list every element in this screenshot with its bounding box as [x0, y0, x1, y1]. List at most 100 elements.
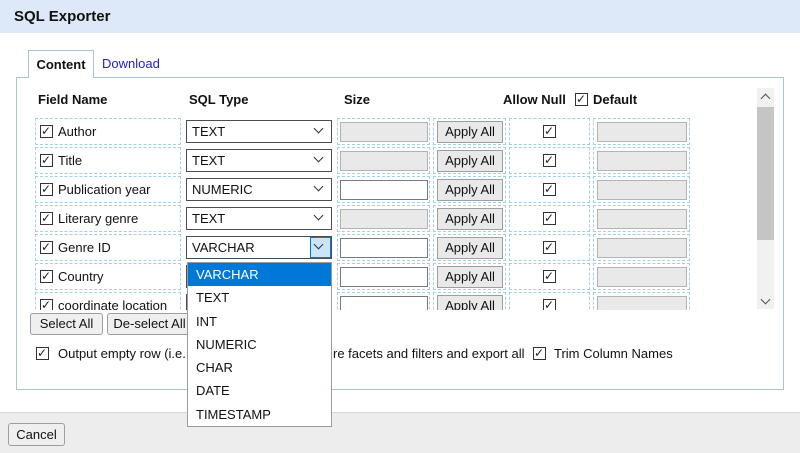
- sql-type-cell: VARCHAR: [184, 234, 334, 261]
- allow-null-checkbox[interactable]: [543, 183, 556, 196]
- size-input[interactable]: [340, 151, 428, 171]
- select-arrow-zone[interactable]: [310, 121, 331, 142]
- field-checkbox[interactable]: [40, 183, 53, 196]
- sql-type-select[interactable]: VARCHAR: [186, 236, 332, 259]
- sql-exporter-dialog: SQL Exporter Content Download Field Name…: [0, 0, 800, 453]
- apply-cell: Apply All: [433, 147, 506, 174]
- field-checkbox[interactable]: [40, 125, 53, 138]
- trim-column-names-checkbox[interactable]: [533, 347, 546, 360]
- size-input[interactable]: [340, 180, 428, 200]
- field-checkbox[interactable]: [40, 154, 53, 167]
- allow-null-cell: [509, 118, 590, 145]
- dropdown-option-numeric[interactable]: NUMERIC: [188, 333, 331, 356]
- allow-null-checkbox[interactable]: [543, 299, 556, 310]
- allow-null-cell: [509, 205, 590, 232]
- allow-null-checkbox[interactable]: [543, 270, 556, 283]
- apply-all-button[interactable]: Apply All: [437, 179, 503, 201]
- dropdown-option-char[interactable]: CHAR: [188, 356, 331, 379]
- chevron-down-icon: [314, 211, 324, 221]
- apply-all-button[interactable]: Apply All: [437, 208, 503, 230]
- select-arrow-zone[interactable]: [310, 208, 331, 229]
- default-cell: [593, 118, 690, 145]
- field-checkbox[interactable]: [40, 299, 53, 310]
- scrollbar-thumb[interactable]: [757, 107, 774, 240]
- table-row: Country Apply All: [17, 263, 757, 292]
- apply-all-button[interactable]: Apply All: [437, 237, 503, 259]
- sql-type-select[interactable]: TEXT: [186, 120, 332, 143]
- allow-null-checkbox[interactable]: [543, 154, 556, 167]
- default-input: [597, 238, 687, 258]
- vertical-scrollbar[interactable]: [757, 88, 774, 309]
- dialog-title: SQL Exporter: [14, 0, 110, 33]
- sql-type-cell: TEXT: [184, 205, 334, 232]
- sql-type-select[interactable]: TEXT: [186, 207, 332, 230]
- allow-null-checkbox[interactable]: [543, 241, 556, 254]
- sql-type-select[interactable]: NUMERIC: [186, 178, 332, 201]
- scroll-down-button[interactable]: [757, 292, 774, 309]
- field-checkbox[interactable]: [40, 241, 53, 254]
- select-arrow-zone[interactable]: [310, 237, 331, 258]
- output-empty-row-label: Output empty row (i.e.: [58, 346, 186, 361]
- sql-type-dropdown-menu: VARCHARTEXTINTNUMERICCHARDATETIMESTAMP: [187, 262, 332, 427]
- apply-all-button[interactable]: Apply All: [437, 150, 503, 172]
- field-name-label: Genre ID: [58, 235, 111, 261]
- size-input[interactable]: [340, 122, 428, 142]
- output-empty-row-checkbox[interactable]: [36, 347, 49, 360]
- default-input: [597, 122, 687, 142]
- apply-cell: Apply All: [433, 234, 506, 261]
- field-checkbox[interactable]: [40, 212, 53, 225]
- apply-cell: Apply All: [433, 263, 506, 290]
- size-input[interactable]: [340, 296, 428, 310]
- chevron-down-icon: [314, 182, 324, 192]
- dropdown-option-int[interactable]: INT: [188, 310, 331, 333]
- apply-all-button[interactable]: Apply All: [437, 295, 503, 310]
- allow-null-cell: [509, 176, 590, 203]
- apply-all-button[interactable]: Apply All: [437, 121, 503, 143]
- table-row: Genre ID VARCHAR Apply All: [17, 234, 757, 263]
- size-cell: [337, 118, 430, 145]
- apply-all-button[interactable]: Apply All: [437, 266, 503, 288]
- sql-type-select[interactable]: TEXT: [186, 149, 332, 172]
- size-input[interactable]: [340, 238, 428, 258]
- dropdown-option-text[interactable]: TEXT: [188, 286, 331, 309]
- sql-type-value: TEXT: [192, 150, 225, 171]
- scroll-up-button[interactable]: [757, 88, 774, 105]
- field-checkbox[interactable]: [40, 270, 53, 283]
- field-name-label: Author: [58, 119, 96, 145]
- select-all-button[interactable]: Select All: [30, 313, 103, 335]
- size-cell: [337, 292, 430, 310]
- size-cell: [337, 234, 430, 261]
- field-name-label: Literary genre: [58, 206, 138, 232]
- allow-null-checkbox[interactable]: [543, 125, 556, 138]
- dialog-footer: Cancel: [0, 412, 800, 453]
- allow-null-cell: [509, 234, 590, 261]
- dialog-titlebar: SQL Exporter: [0, 0, 800, 33]
- select-arrow-zone[interactable]: [310, 150, 331, 171]
- column-header-sql-type: SQL Type: [189, 92, 248, 107]
- field-name-cell: Genre ID: [35, 234, 181, 261]
- table-row: Title TEXT Apply All: [17, 147, 757, 176]
- field-name-label: Publication year: [58, 177, 151, 203]
- dropdown-option-date[interactable]: DATE: [188, 379, 331, 402]
- size-cell: [337, 176, 430, 203]
- cancel-button[interactable]: Cancel: [8, 423, 65, 446]
- default-cell: [593, 147, 690, 174]
- dropdown-option-timestamp[interactable]: TIMESTAMP: [188, 403, 331, 426]
- size-input[interactable]: [340, 267, 428, 287]
- default-header-checkbox[interactable]: [575, 93, 588, 106]
- dropdown-option-varchar[interactable]: VARCHAR: [188, 263, 331, 286]
- sql-type-value: TEXT: [192, 121, 225, 142]
- default-input: [597, 267, 687, 287]
- size-cell: [337, 147, 430, 174]
- deselect-all-button[interactable]: De-select All: [107, 313, 192, 335]
- size-input[interactable]: [340, 209, 428, 229]
- tab-download[interactable]: Download: [102, 50, 160, 78]
- select-arrow-zone[interactable]: [310, 179, 331, 200]
- field-name-cell: Title: [35, 147, 181, 174]
- allow-null-checkbox[interactable]: [543, 212, 556, 225]
- default-input: [597, 209, 687, 229]
- default-cell: [593, 234, 690, 261]
- column-header-size: Size: [344, 92, 370, 107]
- sql-type-cell: NUMERIC: [184, 176, 334, 203]
- tab-content[interactable]: Content: [28, 50, 94, 78]
